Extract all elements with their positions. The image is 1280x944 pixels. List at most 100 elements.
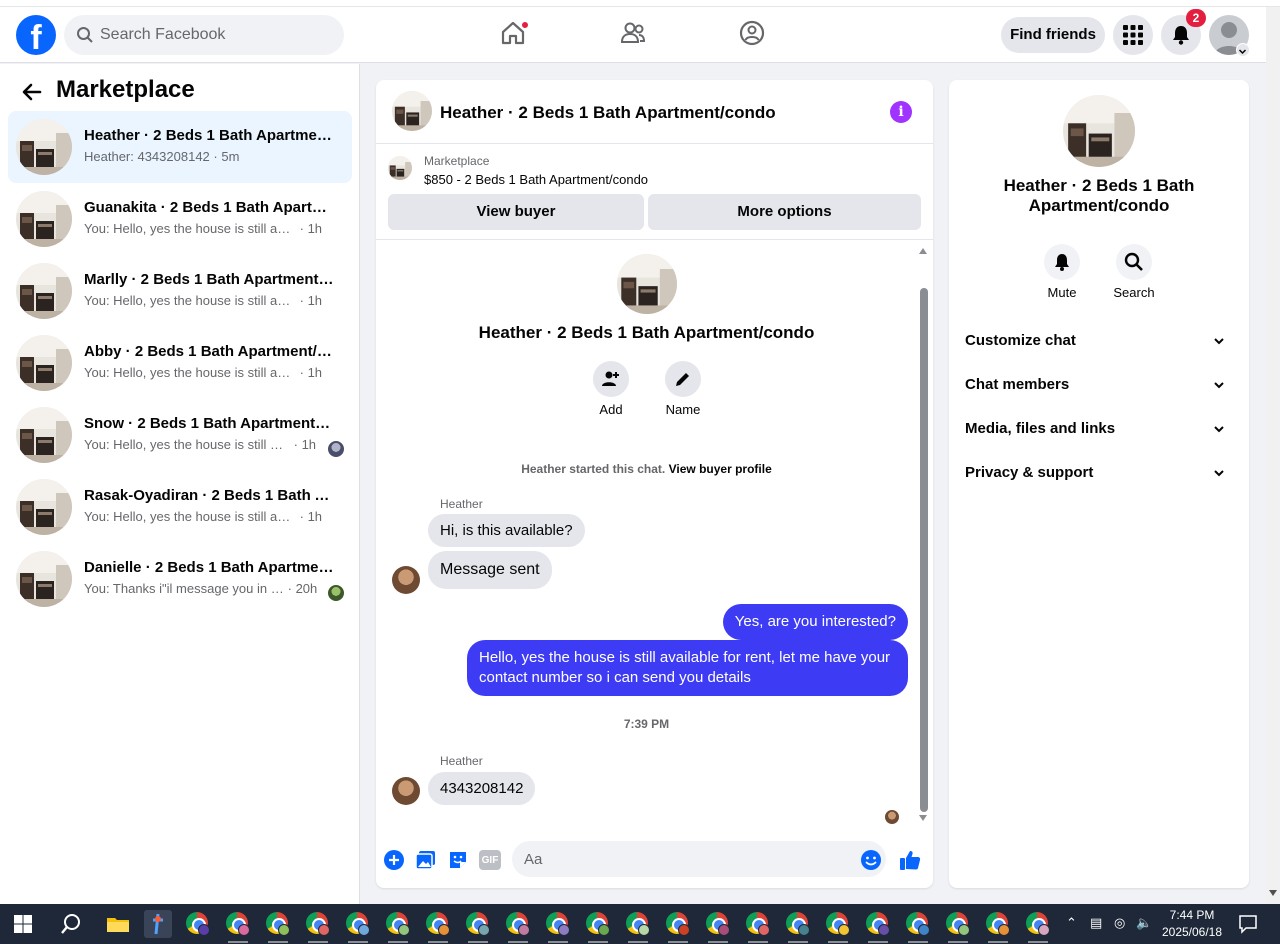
- chrome-icon[interactable]: [704, 910, 732, 943]
- windows-start-icon[interactable]: [14, 915, 32, 933]
- scroll-down-arrow[interactable]: [1269, 890, 1277, 896]
- mute-label: Mute: [1047, 285, 1077, 300]
- add-people-button[interactable]: [593, 361, 629, 397]
- chrome-icon[interactable]: [344, 910, 372, 943]
- chat-scrollbar[interactable]: [919, 248, 928, 821]
- message-input[interactable]: [512, 841, 886, 877]
- chrome-icon[interactable]: [504, 910, 532, 943]
- chrome-icon[interactable]: [944, 910, 972, 943]
- emoji-icon[interactable]: [860, 849, 882, 871]
- conversation-item[interactable]: Guanakita · 2 Beds 1 Bath Apartment/cond…: [8, 183, 352, 255]
- conversation-preview: You: Hello, yes the house is still avail…: [84, 437, 317, 452]
- search-input[interactable]: [100, 23, 330, 47]
- chrome-icon[interactable]: [544, 910, 572, 943]
- chrome-icon[interactable]: [424, 910, 452, 943]
- photo-icon[interactable]: [415, 849, 437, 871]
- conversation-name: Heather · 2 Beds 1 Bath Apartment/condo: [84, 127, 334, 144]
- page-scrollbar[interactable]: [1266, 7, 1280, 904]
- info-icon[interactable]: i: [890, 101, 912, 123]
- groups-icon[interactable]: [738, 19, 766, 47]
- notification-center-icon[interactable]: [1238, 914, 1258, 934]
- conversation-item[interactable]: Snow · 2 Beds 1 Bath Apartment/condo You…: [8, 399, 352, 471]
- conversation-name: Rasak-Oyadiran · 2 Beds 1 Bath Apartment…: [84, 487, 334, 504]
- incoming-message[interactable]: Hi, is this available?: [428, 514, 585, 547]
- gif-icon[interactable]: GIF: [479, 850, 501, 870]
- chrome-icon[interactable]: [784, 910, 812, 943]
- sticker-icon[interactable]: [447, 849, 469, 871]
- file-explorer-icon[interactable]: [104, 910, 132, 938]
- chrome-icon[interactable]: [464, 910, 492, 943]
- scroll-down-arrow[interactable]: [919, 815, 927, 821]
- heather-avatar[interactable]: [392, 777, 420, 805]
- chat-thumbnail[interactable]: [392, 91, 432, 131]
- incoming-message[interactable]: 4343208142: [428, 772, 536, 805]
- thumbs-up-icon[interactable]: [899, 849, 921, 871]
- conversation-preview: You: Hello, yes the house is still avail…: [84, 221, 323, 236]
- chat-title[interactable]: Heather · 2 Beds 1 Bath Apartment/condo: [440, 103, 776, 123]
- chat-members-row[interactable]: Chat members: [965, 365, 1233, 405]
- back-arrow-icon[interactable]: [20, 80, 44, 104]
- find-friends-button[interactable]: Find friends: [1001, 17, 1105, 53]
- more-options-button[interactable]: More options: [648, 194, 921, 230]
- conversation-preview: You: Hello, yes the house is still avail…: [84, 509, 323, 524]
- scroll-thumb[interactable]: [920, 288, 928, 812]
- friends-icon[interactable]: [619, 19, 647, 47]
- conversation-name: Abby · 2 Beds 1 Bath Apartment/condo: [84, 343, 334, 360]
- chrome-icon[interactable]: [864, 910, 892, 943]
- chrome-icon[interactable]: [824, 910, 852, 943]
- mute-button[interactable]: [1044, 244, 1080, 280]
- chrome-icon[interactable]: [904, 910, 932, 943]
- outgoing-message[interactable]: Hello, yes the house is still available …: [467, 640, 908, 696]
- view-buyer-button[interactable]: View buyer: [388, 194, 644, 230]
- chrome-icon[interactable]: [584, 910, 612, 943]
- chrome-icon[interactable]: [224, 910, 252, 943]
- account-chevron-icon[interactable]: [1236, 43, 1250, 57]
- chrome-icon[interactable]: [624, 910, 652, 943]
- heather-avatar[interactable]: [392, 566, 420, 594]
- windows-taskbar: ⌃ ▤ ◎ 🔈 7:44 PM 2025/06/18: [0, 904, 1280, 944]
- chrome-icon[interactable]: [664, 910, 692, 943]
- scroll-up-arrow[interactable]: [919, 248, 927, 254]
- media-files-links-row[interactable]: Media, files and links: [965, 409, 1233, 449]
- conversation-item[interactable]: Rasak-Oyadiran · 2 Beds 1 Bath Apartment…: [8, 471, 352, 543]
- name-chat-button[interactable]: [665, 361, 701, 397]
- view-buyer-profile-link[interactable]: View buyer profile: [669, 462, 772, 476]
- chrome-icon[interactable]: [264, 910, 292, 943]
- chrome-icon[interactable]: [984, 910, 1012, 943]
- chat-panel: Heather · 2 Beds 1 Bath Apartment/condo …: [376, 80, 933, 888]
- conversation-item[interactable]: Heather · 2 Beds 1 Bath Apartment/condo …: [8, 111, 352, 183]
- search-in-chat-button[interactable]: [1116, 244, 1152, 280]
- bell-icon: [1055, 254, 1069, 271]
- search-icon: [77, 27, 93, 43]
- pinned-app-icon[interactable]: [144, 910, 172, 938]
- incoming-message[interactable]: Message sent: [428, 551, 552, 589]
- conversation-preview: You: Thanks i"il message you in a moment…: [84, 581, 318, 596]
- meet-now-icon[interactable]: ▤: [1090, 916, 1102, 931]
- outgoing-message[interactable]: Yes, are you interested?: [722, 604, 908, 640]
- facebook-logo[interactable]: f: [16, 15, 56, 55]
- conversation-item[interactable]: Abby · 2 Beds 1 Bath Apartment/condo You…: [8, 327, 352, 399]
- chrome-icon[interactable]: [304, 910, 332, 943]
- customize-chat-row[interactable]: Customize chat: [965, 321, 1233, 361]
- privacy-support-row[interactable]: Privacy & support: [965, 453, 1233, 493]
- taskbar-clock[interactable]: 7:44 PM 2025/06/18: [1150, 907, 1234, 941]
- chrome-icon[interactable]: [184, 910, 212, 938]
- details-title: Heather · 2 Beds 1 Bath Apartment/condo: [1003, 176, 1195, 215]
- search-box[interactable]: [64, 15, 344, 55]
- read-receipt-avatar: [885, 810, 899, 824]
- bell-icon: [1173, 26, 1189, 45]
- chrome-icon[interactable]: [384, 910, 412, 943]
- conversation-item[interactable]: Marlly · 2 Beds 1 Bath Apartment/condo Y…: [8, 255, 352, 327]
- name-label: Name: [665, 402, 701, 417]
- seen-avatar: [328, 585, 344, 601]
- show-hidden-icons-icon[interactable]: ⌃: [1066, 916, 1077, 931]
- menu-button[interactable]: [1113, 15, 1153, 55]
- listing-price[interactable]: $850 - 2 Beds 1 Bath Apartment/condo: [424, 172, 648, 187]
- taskbar-search-icon[interactable]: [60, 913, 82, 935]
- sender-name: Heather: [440, 754, 483, 768]
- chrome-icon[interactable]: [1024, 910, 1052, 943]
- wifi-icon[interactable]: ◎: [1114, 916, 1125, 931]
- plus-circle-icon[interactable]: [383, 849, 405, 871]
- chrome-icon[interactable]: [744, 910, 772, 943]
- conversation-item[interactable]: Danielle · 2 Beds 1 Bath Apartment/condo…: [8, 543, 352, 615]
